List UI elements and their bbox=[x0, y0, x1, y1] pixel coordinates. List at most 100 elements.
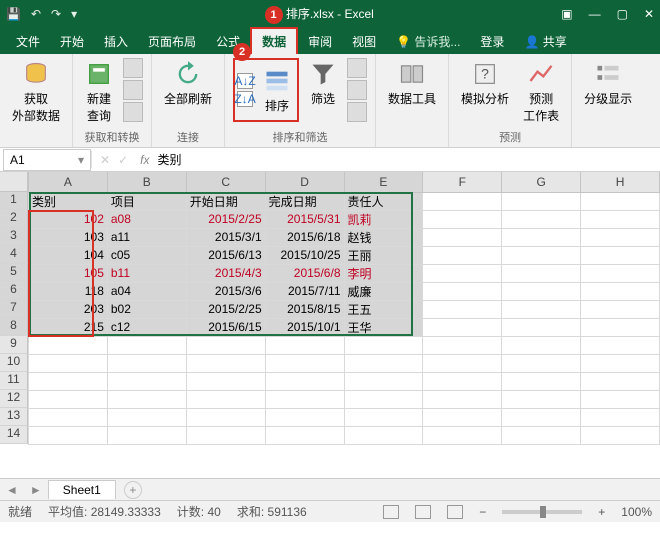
cell[interactable]: 王丽 bbox=[344, 246, 423, 264]
cell[interactable] bbox=[423, 282, 502, 300]
cell[interactable] bbox=[423, 336, 502, 354]
cell[interactable] bbox=[581, 192, 660, 210]
clear-filter-icon[interactable] bbox=[347, 58, 367, 78]
data-tools-button[interactable]: 数据工具 bbox=[384, 58, 440, 109]
cell[interactable] bbox=[502, 426, 581, 444]
cell[interactable] bbox=[581, 246, 660, 264]
cell[interactable] bbox=[265, 390, 344, 408]
cell[interactable]: 2015/6/15 bbox=[186, 318, 265, 336]
cell[interactable] bbox=[265, 336, 344, 354]
cell[interactable] bbox=[581, 390, 660, 408]
col-header-C[interactable]: C bbox=[186, 172, 265, 192]
row-header-4[interactable]: 4 bbox=[0, 246, 28, 264]
cell[interactable] bbox=[265, 372, 344, 390]
cell[interactable] bbox=[265, 354, 344, 372]
cell[interactable] bbox=[186, 426, 265, 444]
cell[interactable] bbox=[344, 336, 423, 354]
cell[interactable] bbox=[502, 390, 581, 408]
cell[interactable]: 类别 bbox=[29, 192, 108, 210]
cell[interactable] bbox=[265, 408, 344, 426]
cell[interactable]: 2015/6/8 bbox=[265, 264, 344, 282]
cell[interactable]: 2015/4/3 bbox=[186, 264, 265, 282]
cell[interactable] bbox=[423, 228, 502, 246]
cell[interactable] bbox=[502, 210, 581, 228]
cell[interactable]: 项目 bbox=[107, 192, 186, 210]
cell[interactable]: 2015/3/6 bbox=[186, 282, 265, 300]
restore-icon[interactable]: ▢ bbox=[617, 7, 628, 21]
cell[interactable] bbox=[581, 354, 660, 372]
cell[interactable]: c12 bbox=[107, 318, 186, 336]
get-external-data-button[interactable]: 获取 外部数据 bbox=[8, 58, 64, 126]
cell[interactable] bbox=[423, 318, 502, 336]
cell[interactable]: 王华 bbox=[344, 318, 423, 336]
refresh-all-button[interactable]: 全部刷新 bbox=[160, 58, 216, 109]
cell[interactable] bbox=[344, 408, 423, 426]
page-layout-view-icon[interactable] bbox=[415, 505, 431, 519]
row-header-6[interactable]: 6 bbox=[0, 282, 28, 300]
cell[interactable] bbox=[502, 318, 581, 336]
tab-login[interactable]: 登录 bbox=[470, 29, 514, 54]
cell[interactable] bbox=[344, 372, 423, 390]
minimize-icon[interactable]: — bbox=[589, 7, 601, 21]
advanced-filter-icon[interactable] bbox=[347, 102, 367, 122]
cell[interactable] bbox=[29, 336, 108, 354]
fx-icon[interactable]: fx bbox=[140, 153, 149, 167]
cell[interactable]: 2015/8/15 bbox=[265, 300, 344, 318]
cell[interactable] bbox=[423, 246, 502, 264]
cell[interactable]: 104 bbox=[29, 246, 108, 264]
tab-home[interactable]: 开始 bbox=[50, 29, 94, 54]
cell[interactable] bbox=[186, 390, 265, 408]
close-icon[interactable]: ✕ bbox=[644, 7, 654, 21]
page-break-view-icon[interactable] bbox=[447, 505, 463, 519]
cell[interactable] bbox=[344, 390, 423, 408]
recent-sources-icon[interactable] bbox=[123, 102, 143, 122]
row-header-9[interactable]: 9 bbox=[0, 336, 28, 354]
cell[interactable] bbox=[502, 300, 581, 318]
cell[interactable] bbox=[581, 210, 660, 228]
ribbon-options-icon[interactable]: ▣ bbox=[561, 7, 572, 21]
sheet-tab[interactable]: Sheet1 bbox=[48, 480, 116, 499]
col-header-E[interactable]: E bbox=[344, 172, 423, 192]
cell[interactable]: a04 bbox=[107, 282, 186, 300]
cell[interactable]: 2015/6/18 bbox=[265, 228, 344, 246]
cancel-icon[interactable]: ✕ bbox=[100, 153, 110, 167]
cell[interactable] bbox=[502, 246, 581, 264]
reapply-icon[interactable] bbox=[347, 80, 367, 100]
row-header-1[interactable]: 1 bbox=[0, 192, 28, 210]
cell[interactable]: 凯莉 bbox=[344, 210, 423, 228]
cell[interactable]: 2015/7/11 bbox=[265, 282, 344, 300]
chevron-down-icon[interactable]: ▾ bbox=[78, 153, 84, 167]
cell[interactable]: 2015/10/25 bbox=[265, 246, 344, 264]
cell[interactable]: 118 bbox=[29, 282, 108, 300]
cell[interactable]: 责任人 bbox=[344, 192, 423, 210]
whatif-button[interactable]: ? 模拟分析 bbox=[457, 58, 513, 126]
cell[interactable]: b11 bbox=[107, 264, 186, 282]
cell[interactable] bbox=[29, 372, 108, 390]
from-table-icon[interactable] bbox=[123, 80, 143, 100]
cell[interactable]: 2015/2/25 bbox=[186, 300, 265, 318]
forecast-sheet-button[interactable]: 预测 工作表 bbox=[519, 58, 563, 126]
cell[interactable]: 215 bbox=[29, 318, 108, 336]
cell[interactable] bbox=[581, 282, 660, 300]
cell[interactable] bbox=[502, 264, 581, 282]
tab-insert[interactable]: 插入 bbox=[94, 29, 138, 54]
cell[interactable]: 赵钱 bbox=[344, 228, 423, 246]
new-sheet-button[interactable]: + bbox=[124, 481, 142, 499]
enter-icon[interactable]: ✓ bbox=[118, 153, 128, 167]
cell[interactable]: b02 bbox=[107, 300, 186, 318]
cell[interactable] bbox=[423, 192, 502, 210]
cell[interactable]: 102 bbox=[29, 210, 108, 228]
cell[interactable] bbox=[423, 390, 502, 408]
sort-desc-button[interactable]: Z↓A bbox=[237, 91, 253, 107]
cell-grid[interactable]: ABCDEFGH 类别项目开始日期完成日期责任人102a082015/2/252… bbox=[28, 172, 660, 445]
cell[interactable] bbox=[423, 210, 502, 228]
cell[interactable] bbox=[344, 354, 423, 372]
zoom-slider[interactable] bbox=[502, 510, 582, 514]
col-header-G[interactable]: G bbox=[502, 172, 581, 192]
tab-layout[interactable]: 页面布局 bbox=[138, 29, 206, 54]
cell[interactable] bbox=[29, 390, 108, 408]
cell[interactable] bbox=[265, 426, 344, 444]
row-header-14[interactable]: 14 bbox=[0, 426, 28, 444]
cell[interactable] bbox=[581, 318, 660, 336]
row-header-3[interactable]: 3 bbox=[0, 228, 28, 246]
